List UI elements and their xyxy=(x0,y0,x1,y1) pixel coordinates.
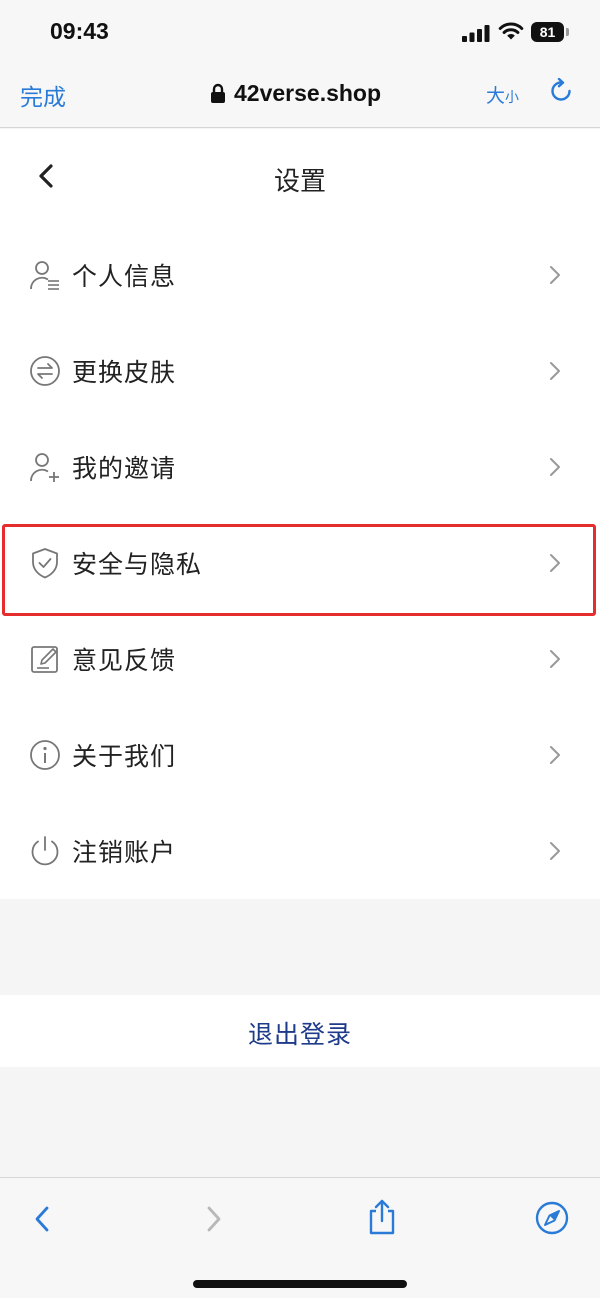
menu-item-label: 我的邀请 xyxy=(72,454,177,483)
text-size-small-label: 小 xyxy=(505,90,520,106)
battery-indicator: 81 xyxy=(531,22,569,42)
power-icon xyxy=(31,836,59,866)
menu-item-label: 关于我们 xyxy=(72,742,177,771)
menu-item-my-invitations[interactable]: 我的邀请 xyxy=(0,419,600,515)
logout-section: 退出登录 xyxy=(0,995,600,1067)
menu-item-about-us[interactable]: 关于我们 xyxy=(0,707,600,803)
page-title: 设置 xyxy=(273,167,326,197)
feedback-edit-icon xyxy=(31,646,58,673)
screen: 09:43 81 完成 42verse.shop 大小 设置 个人信息 更换皮肤… xyxy=(0,0,600,1298)
status-time: 09:43 xyxy=(50,18,109,44)
home-indicator xyxy=(193,1280,407,1288)
url-text: 42verse.shop xyxy=(234,79,382,106)
forward-arrow-icon[interactable] xyxy=(204,1204,224,1234)
share-icon[interactable] xyxy=(366,1198,398,1236)
menu-item-label: 注销账户 xyxy=(72,838,177,867)
wifi-icon xyxy=(498,22,524,40)
menu-item-change-skin[interactable]: 更换皮肤 xyxy=(0,323,600,419)
highlight-box xyxy=(2,524,596,616)
chevron-right-icon xyxy=(550,650,560,668)
user-profile-icon xyxy=(30,261,59,290)
settings-page: 设置 个人信息 更换皮肤 我的邀请 安全与隐私 意见反馈 关于我们 注销账户 xyxy=(0,129,600,899)
battery-tip xyxy=(566,28,569,36)
chevron-right-icon xyxy=(550,458,560,476)
text-size-button[interactable]: 大小 xyxy=(486,81,519,108)
logout-button[interactable]: 退出登录 xyxy=(0,1015,600,1051)
browser-address-bar: 完成 42verse.shop 大小 xyxy=(0,64,600,128)
compass-icon[interactable] xyxy=(535,1201,569,1235)
reload-icon[interactable] xyxy=(548,78,574,104)
switch-arrows-icon xyxy=(30,356,60,386)
chevron-right-icon xyxy=(550,362,560,380)
menu-item-deactivate-account[interactable]: 注销账户 xyxy=(0,803,600,899)
info-icon xyxy=(30,740,60,770)
url-field[interactable]: 42verse.shop xyxy=(210,78,381,108)
done-button[interactable]: 完成 xyxy=(20,78,66,112)
chevron-right-icon xyxy=(550,842,560,860)
cellular-signal-icon xyxy=(462,25,490,42)
menu-item-label: 意见反馈 xyxy=(72,646,177,675)
menu-item-label: 更换皮肤 xyxy=(72,358,177,387)
chevron-right-icon xyxy=(550,746,560,764)
status-bar: 09:43 81 xyxy=(0,0,600,64)
user-add-icon xyxy=(30,453,59,482)
browser-toolbar xyxy=(0,1177,600,1298)
back-arrow-icon[interactable] xyxy=(32,1204,52,1234)
menu-item-personal-info[interactable]: 个人信息 xyxy=(0,227,600,323)
chevron-right-icon xyxy=(550,266,560,284)
menu-item-feedback[interactable]: 意见反馈 xyxy=(0,611,600,707)
menu-item-label: 个人信息 xyxy=(72,262,177,291)
lock-icon xyxy=(211,83,225,103)
text-size-large-label: 大 xyxy=(486,85,506,107)
battery-level: 81 xyxy=(531,22,564,42)
